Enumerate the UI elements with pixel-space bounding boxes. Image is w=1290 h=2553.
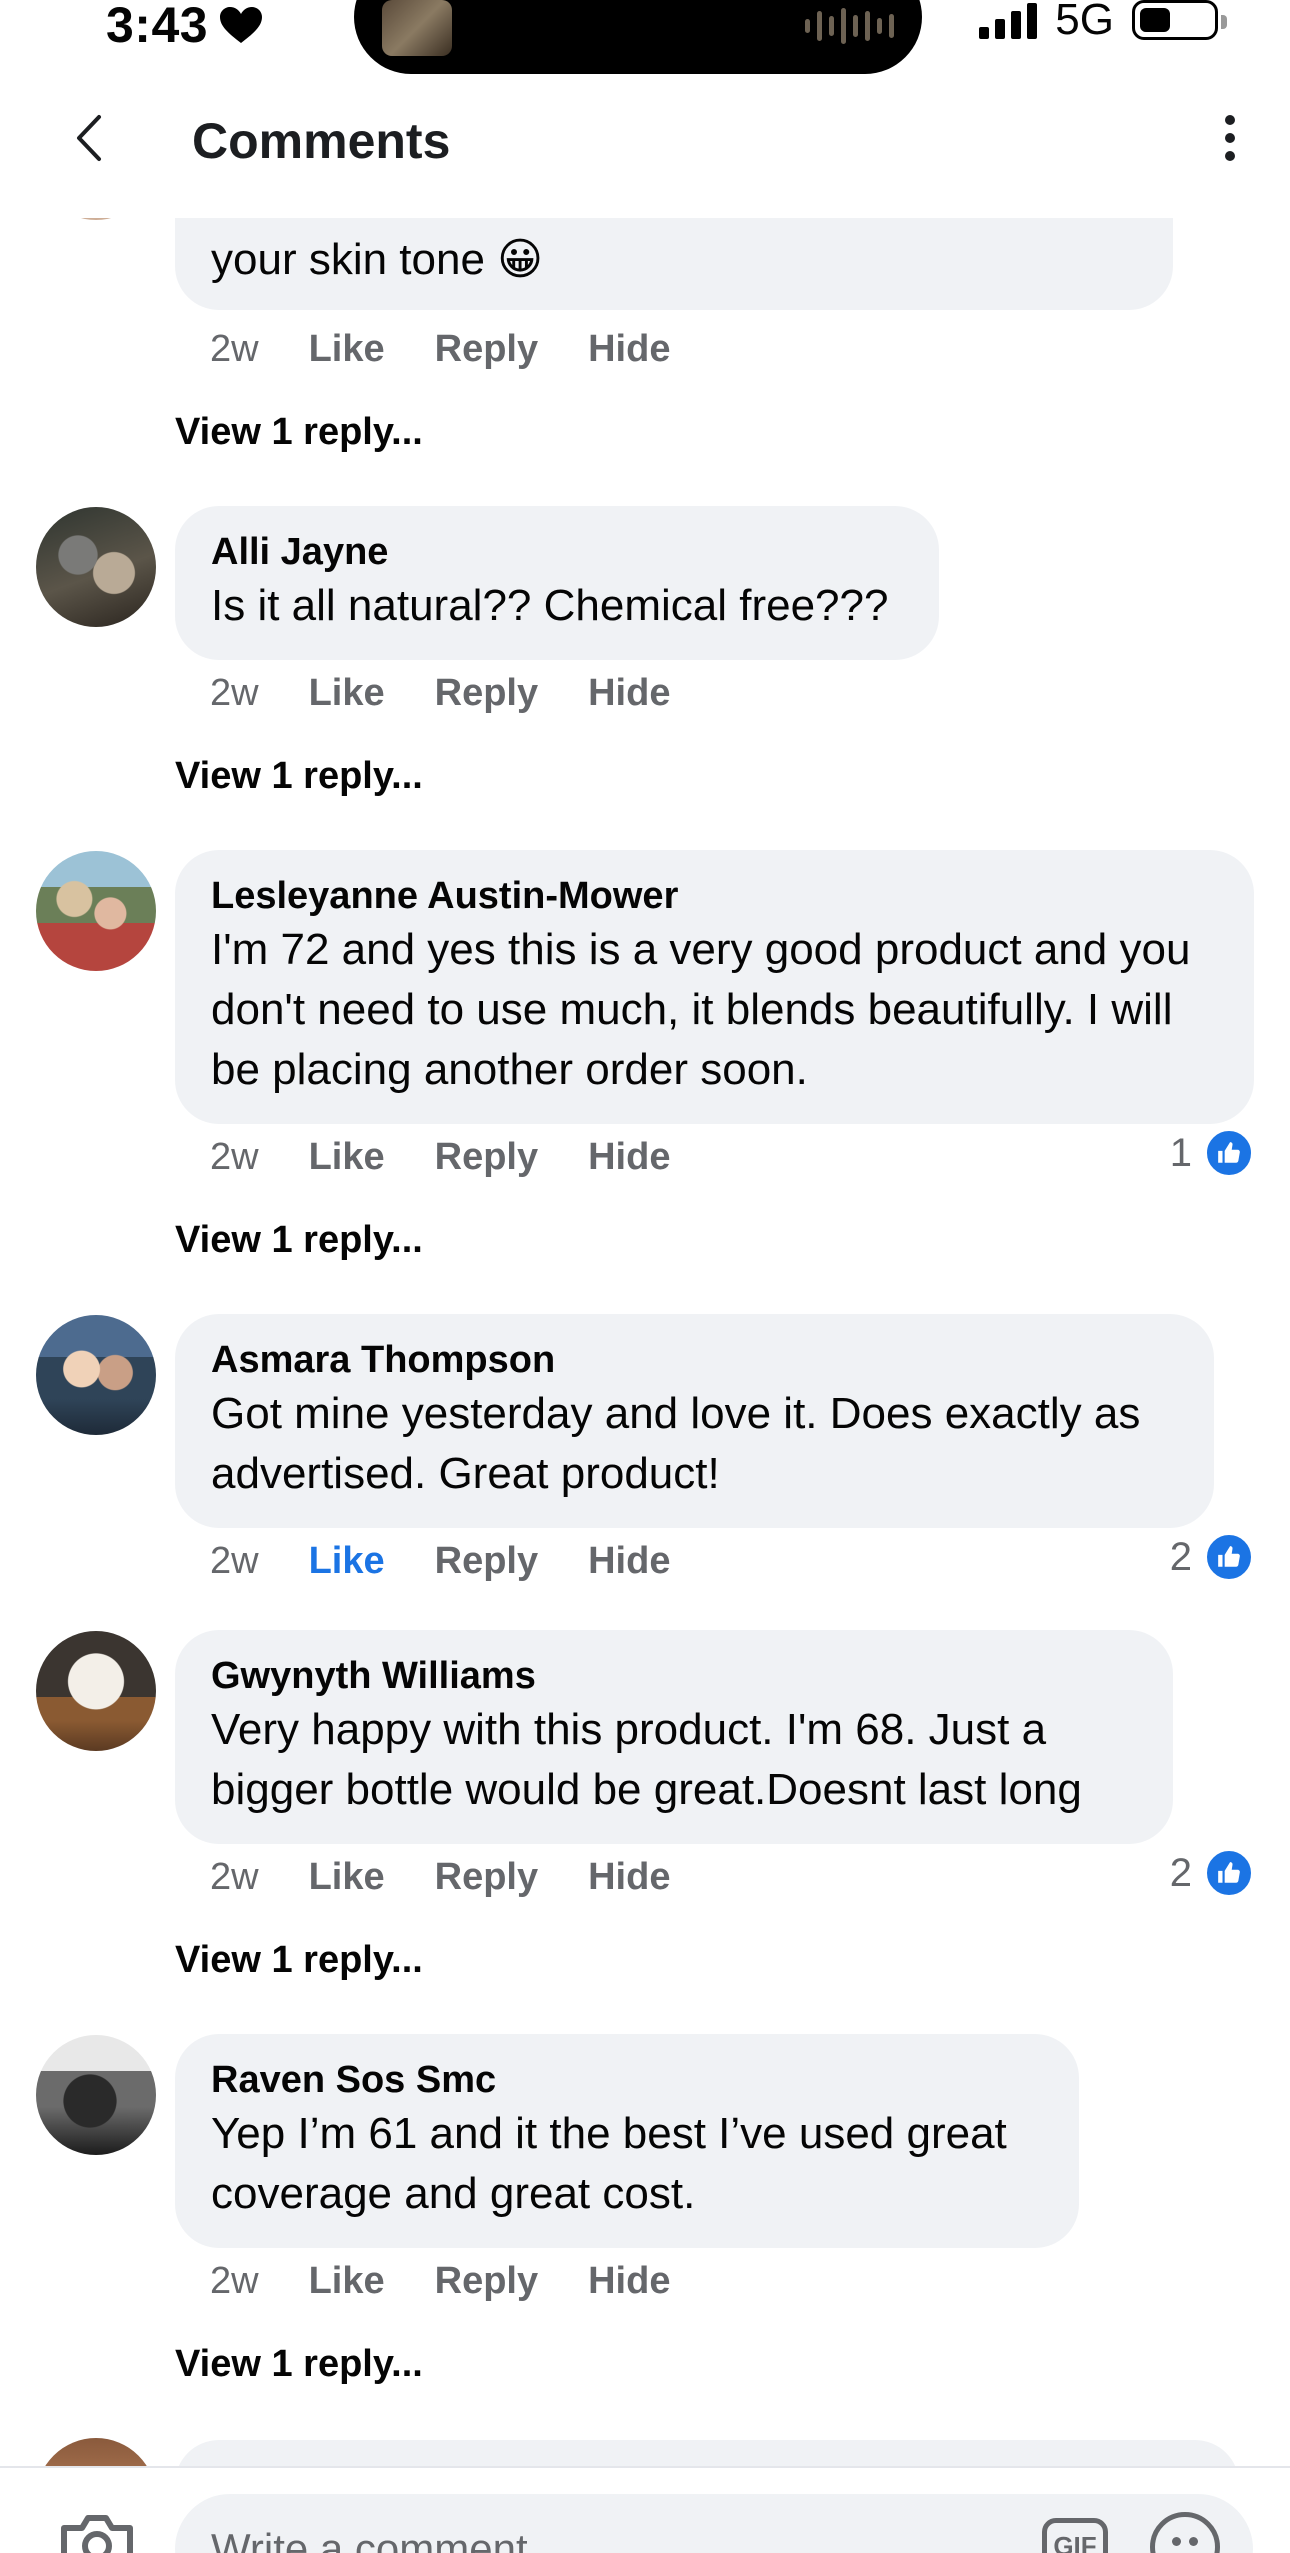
avatar[interactable] (36, 1315, 156, 1435)
like-button[interactable]: Like (309, 328, 385, 371)
comment-actions: 2w Like Reply Hide (210, 1856, 720, 1899)
like-button[interactable]: Like (309, 2260, 385, 2303)
header: Comments (0, 88, 1290, 218)
comment-actions: 2w Like Reply Hide (210, 1136, 720, 1179)
reply-button[interactable]: Reply (435, 2260, 538, 2303)
comment-list[interactable]: your skin tone 😀 2w Like Reply Hide View… (0, 0, 1290, 2553)
comment-time: 2w (210, 1856, 259, 1898)
reply-button[interactable]: Reply (435, 1136, 538, 1179)
comment-time: 2w (210, 1136, 259, 1178)
comment-time: 2w (210, 328, 259, 370)
hide-button[interactable]: Hide (588, 672, 670, 715)
reply-button[interactable]: Reply (435, 328, 538, 371)
comment-actions: 2w Like Reply Hide (210, 2260, 720, 2303)
like-badge-icon (1204, 1128, 1254, 1178)
camera-button[interactable] (58, 2512, 136, 2553)
avatar[interactable] (36, 1631, 156, 1751)
comment-author[interactable]: Lesleyanne Austin-Mower (211, 872, 1218, 920)
view-replies-link[interactable]: View 1 reply... (175, 755, 423, 798)
comment-author[interactable]: Gwynyth Williams (211, 1652, 1137, 1700)
hide-button[interactable]: Hide (588, 1540, 670, 1583)
comment-text: Is it all natural?? Chemical free??? (211, 581, 889, 630)
reaction-summary[interactable]: 1 (1170, 1128, 1254, 1178)
comment-bubble[interactable]: Gwynyth Williams Very happy with this pr… (175, 1630, 1173, 1844)
like-badge-icon (1204, 1532, 1254, 1582)
view-replies-link[interactable]: View 1 reply... (175, 2343, 423, 2386)
comment-time: 2w (210, 2260, 259, 2302)
comment-time: 2w (210, 1540, 259, 1582)
page-title: Comments (192, 113, 451, 169)
comment-author[interactable]: Raven Sos Smc (211, 2056, 1043, 2104)
avatar[interactable] (36, 507, 156, 627)
comment-text: your skin tone 😀 (211, 235, 544, 284)
like-button[interactable]: Like (309, 1136, 385, 1179)
comment-text: Very happy with this product. I'm 68. Ju… (211, 1705, 1082, 1814)
comment-bubble[interactable]: Lesleyanne Austin-Mower I'm 72 and yes t… (175, 850, 1254, 1124)
back-icon (77, 115, 101, 161)
hide-button[interactable]: Hide (588, 1856, 670, 1899)
reaction-count: 2 (1169, 1534, 1192, 1579)
view-replies-link[interactable]: View 1 reply... (175, 1939, 423, 1982)
comment-bubble[interactable]: Asmara Thompson Got mine yesterday and l… (175, 1314, 1214, 1528)
comment-composer: GIF (0, 2466, 1290, 2553)
avatar[interactable] (36, 2035, 156, 2155)
like-button[interactable]: Like (309, 672, 385, 715)
reply-button[interactable]: Reply (435, 672, 538, 715)
reaction-count: 1 (1169, 1130, 1192, 1175)
comment-time: 2w (210, 672, 259, 714)
back-button[interactable] (60, 110, 116, 166)
camera-icon (61, 2515, 133, 2553)
like-badge-icon (1204, 1848, 1254, 1898)
reaction-count: 2 (1169, 1850, 1192, 1895)
comment-text: Yep I’m 61 and it the best I’ve used gre… (211, 2109, 1007, 2218)
comment-bubble[interactable]: Alli Jayne Is it all natural?? Chemical … (175, 506, 939, 660)
hide-button[interactable]: Hide (588, 1136, 670, 1179)
reaction-summary[interactable]: 2 (1170, 1532, 1254, 1582)
more-icon[interactable] (1200, 108, 1260, 168)
comment-actions: 2w Like Reply Hide (210, 672, 720, 715)
like-button[interactable]: Like (309, 1856, 385, 1899)
comment-text: Got mine yesterday and love it. Does exa… (211, 1389, 1141, 1498)
view-replies-link[interactable]: View 1 reply... (175, 411, 423, 454)
comment-actions: 2w Like Reply Hide (210, 328, 720, 371)
comment-text: I'm 72 and yes this is a very good produ… (211, 925, 1191, 1094)
hide-button[interactable]: Hide (588, 328, 670, 371)
comment-author[interactable]: Asmara Thompson (211, 1336, 1178, 1384)
hide-button[interactable]: Hide (588, 2260, 670, 2303)
gif-icon[interactable]: GIF (1042, 2518, 1108, 2553)
reply-button[interactable]: Reply (435, 1856, 538, 1899)
reaction-summary[interactable]: 2 (1170, 1848, 1254, 1898)
reply-button[interactable]: Reply (435, 1540, 538, 1583)
view-replies-link[interactable]: View 1 reply... (175, 1219, 423, 1262)
avatar[interactable] (36, 851, 156, 971)
comment-author[interactable]: Alli Jayne (211, 528, 903, 576)
comment-actions: 2w Like Reply Hide (210, 1540, 720, 1583)
comment-bubble[interactable]: Raven Sos Smc Yep I’m 61 and it the best… (175, 2034, 1079, 2248)
like-button[interactable]: Like (309, 1540, 385, 1583)
